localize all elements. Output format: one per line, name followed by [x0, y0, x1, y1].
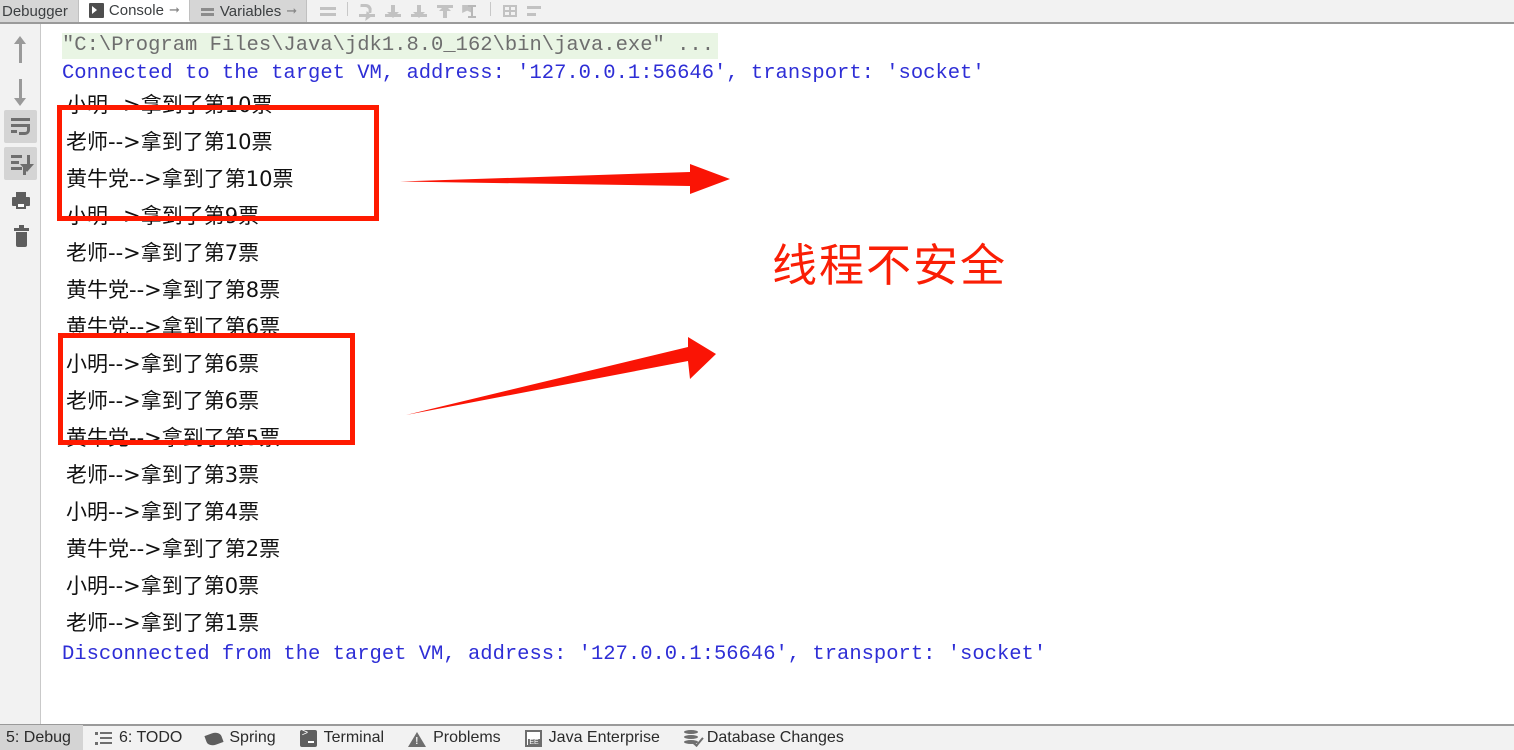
- statusbar-item-java-enterprise[interactable]: Java Enterprise: [513, 725, 672, 750]
- statusbar-item-java-enterprise-label: Java Enterprise: [548, 729, 660, 746]
- console-output-line: 老师-->拿到了第3票: [66, 463, 260, 487]
- print-icon[interactable]: [4, 184, 37, 217]
- console-output-line: 黄牛党-->拿到了第5票: [66, 426, 281, 450]
- scroll-to-end-icon[interactable]: [3, 147, 37, 180]
- ide-debug-console-window: Debugger Console ➞ Variables ➞ "C:\Progr…: [0, 0, 1514, 750]
- up-arrow-icon[interactable]: [4, 36, 37, 69]
- trash-icon[interactable]: [4, 221, 37, 254]
- console-output-line: 小明-->拿到了第10票: [66, 93, 273, 117]
- statusbar-item-terminal[interactable]: Terminal: [288, 725, 396, 750]
- statusbar-item-debug[interactable]: 5: Debug: [0, 725, 83, 750]
- variables-icon: [200, 4, 215, 19]
- debugger-toolbar: [307, 0, 549, 22]
- console-output-line: 黄牛党-->拿到了第2票: [66, 537, 281, 561]
- console-output-line: 小明-->拿到了第0票: [66, 574, 260, 598]
- step-into-icon[interactable]: [380, 1, 406, 21]
- annotation-label-thread-unsafe: 线程不安全: [772, 239, 1008, 292]
- java-ee-icon: [524, 729, 542, 747]
- database-check-icon: [683, 730, 700, 746]
- filter-icon[interactable]: [523, 1, 549, 21]
- console-side-toolbar: [0, 24, 41, 726]
- console-disconnected-row: Disconnected from the target VM, address…: [42, 642, 1514, 668]
- console-output-line: 老师-->拿到了第6票: [66, 389, 260, 413]
- tab-debugger[interactable]: Debugger: [0, 0, 79, 22]
- statusbar-item-terminal-label: Terminal: [323, 729, 385, 746]
- console-output-line: 小明-->拿到了第4票: [66, 500, 260, 524]
- console-disconnected-line: Disconnected from the target VM, address…: [62, 643, 1047, 666]
- terminal-icon: [299, 728, 317, 747]
- tab-console-label: Console: [108, 1, 164, 19]
- console-command-row: "C:\Program Files\Java\jdk1.8.0_162\bin\…: [42, 26, 1514, 61]
- tab-debugger-label: Debugger: [2, 2, 68, 20]
- console-program-output: 小明-->拿到了第10票 老师-->拿到了第10票 黄牛党-->拿到了第10票 …: [42, 87, 1514, 642]
- spring-leaf-icon: [204, 730, 224, 748]
- mute-breakpoints-icon[interactable]: [315, 1, 341, 21]
- console-output-area[interactable]: "C:\Program Files\Java\jdk1.8.0_162\bin\…: [42, 26, 1514, 724]
- console-output-line: 黄牛党-->拿到了第10票: [66, 167, 294, 191]
- toolbar-separator: [490, 2, 492, 16]
- step-out-icon[interactable]: [432, 1, 458, 21]
- todo-icon: [94, 730, 112, 747]
- pin-tab-icon[interactable]: ➞: [169, 2, 180, 18]
- debug-tool-window-tabs: Debugger Console ➞ Variables ➞: [0, 0, 1514, 22]
- down-arrow-icon[interactable]: [4, 73, 37, 106]
- tab-variables-label: Variables: [219, 2, 282, 20]
- console-output-line: 小明-->拿到了第6票: [66, 352, 260, 376]
- console-command-line: "C:\Program Files\Java\jdk1.8.0_162\bin\…: [62, 33, 719, 59]
- statusbar-item-database-changes[interactable]: Database Changes: [672, 725, 856, 750]
- console-icon: [88, 2, 104, 18]
- statusbar-item-spring-label: Spring: [229, 729, 276, 746]
- console-output-line: 老师-->拿到了第10票: [66, 130, 273, 154]
- toolbar-separator: [347, 2, 349, 16]
- console-output-line: 黄牛党-->拿到了第6票: [66, 315, 281, 339]
- layout-grid-icon[interactable]: [497, 1, 523, 21]
- force-step-into-icon[interactable]: [354, 1, 380, 21]
- statusbar-item-database-changes-label: Database Changes: [706, 729, 844, 746]
- tab-variables[interactable]: Variables ➞: [189, 0, 308, 22]
- toolbar-divider: [0, 22, 1514, 24]
- statusbar-item-todo-label: 6: TODO: [118, 729, 183, 746]
- statusbar-item-problems-label: Problems: [433, 729, 501, 746]
- run-to-cursor-icon[interactable]: [458, 1, 484, 21]
- statusbar-item-todo[interactable]: 6: TODO: [83, 725, 194, 750]
- statusbar-item-spring[interactable]: Spring: [194, 725, 287, 750]
- ide-status-bar: 5: Debug 6: TODO Spring Terminal Problem…: [0, 724, 1514, 750]
- step-into-alt-icon[interactable]: [406, 1, 432, 21]
- console-connected-row: Connected to the target VM, address: '12…: [42, 61, 1514, 87]
- pin-tab-icon[interactable]: ➞: [286, 3, 297, 19]
- console-connected-line: Connected to the target VM, address: '12…: [62, 62, 985, 85]
- warning-triangle-icon: [408, 731, 427, 747]
- statusbar-item-problems[interactable]: Problems: [396, 725, 513, 750]
- tab-console[interactable]: Console ➞: [78, 0, 190, 22]
- console-output-line: 老师-->拿到了第1票: [66, 611, 260, 635]
- soft-wrap-icon[interactable]: [3, 110, 37, 143]
- statusbar-item-debug-label: 5: Debug: [6, 729, 71, 746]
